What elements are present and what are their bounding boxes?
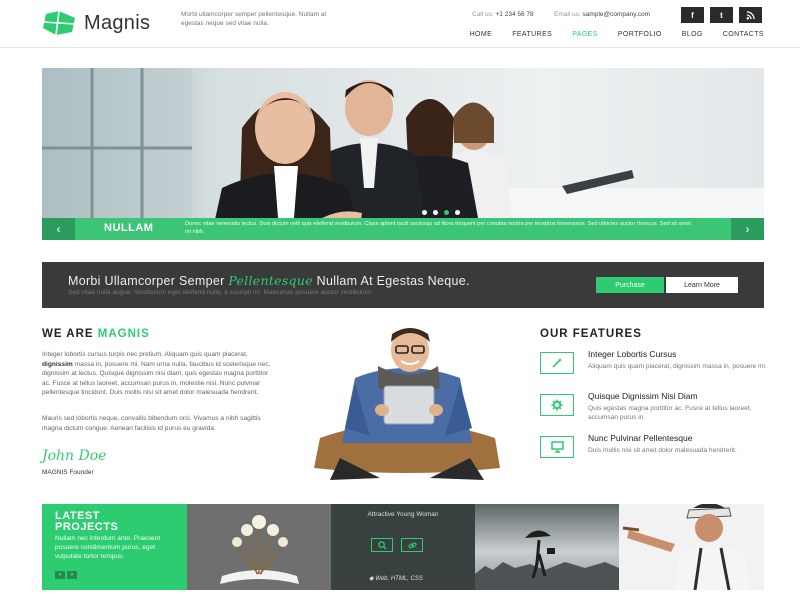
slider-dot-active[interactable]: [444, 210, 449, 215]
purchase-button[interactable]: Purchase: [596, 277, 664, 293]
slider-dot[interactable]: [455, 210, 460, 215]
logo-icon: [42, 10, 76, 36]
project-tags-text: Web, HTML, CSS: [375, 576, 423, 582]
nav-pages[interactable]: PAGES: [572, 31, 598, 38]
search-icon: [377, 540, 387, 550]
hero-image: [42, 68, 764, 240]
about-paragraph: Integer lobortis cursus turpis nec preti…: [42, 350, 272, 398]
about-text: massa in, posuere mi. Nam urna nulla, fa…: [42, 360, 271, 397]
projects-description: Nullam nec interdum ante. Praesent posue…: [55, 535, 161, 560]
twitter-button[interactable]: t: [710, 7, 733, 23]
logo[interactable]: Magnis: [42, 10, 150, 36]
phone-contact: Call us: +1 234 56 78: [472, 11, 534, 18]
project-link-button[interactable]: [401, 538, 423, 552]
founder-signature: John Doe: [42, 448, 107, 464]
features-title: OUR FEATURES: [540, 328, 642, 340]
project-tile[interactable]: [187, 504, 331, 590]
slider-next-button[interactable]: ›: [731, 218, 764, 240]
chevron-right-icon: ›: [71, 572, 73, 578]
about-title-brand: MAGNIS: [97, 328, 150, 340]
feature-text: Duis mollis nisi sit amet dolor malesuad…: [588, 447, 737, 454]
project-image: [475, 504, 619, 590]
nav-features[interactable]: FEATURES: [512, 31, 552, 38]
feature-text: Aliquam quis quam placerat, dignissim ma…: [588, 363, 767, 370]
slide-title: NULLAM: [104, 222, 154, 234]
project-image: [619, 504, 764, 590]
facebook-icon: f: [691, 10, 694, 20]
feature-text: Quis egestas magna porttitor ac. Fusce a…: [588, 405, 752, 421]
project-caption: Attractive Young Woman: [367, 511, 439, 518]
nav-blog[interactable]: BLOG: [682, 31, 703, 38]
cta-banner: Morbi Ullamcorper Semper Pellentesque Nu…: [42, 262, 764, 308]
slider-prev-button[interactable]: ‹: [42, 218, 75, 240]
nav-home[interactable]: HOME: [470, 31, 493, 38]
slider-dots: [422, 210, 460, 215]
rss-icon: [746, 10, 755, 19]
chevron-left-icon: ‹: [59, 572, 61, 578]
projects-title: LATEST PROJECTS: [55, 511, 118, 533]
banner-headline-highlight: Pellentesque: [228, 273, 313, 288]
about-text-bold: dignissim: [42, 360, 73, 368]
banner-headline-part: Nullam At Egestas Neque.: [312, 274, 470, 288]
banner-headline: Morbi Ullamcorper Semper Pellentesque Nu…: [68, 273, 470, 288]
nav-contacts[interactable]: CONTACTS: [723, 31, 764, 38]
learn-more-button[interactable]: Learn More: [666, 277, 738, 293]
hero-slider: ‹ NULLAM Donec vitae venenatis lectus. D…: [42, 68, 764, 240]
rss-button[interactable]: [739, 7, 762, 23]
project-image: [187, 504, 331, 590]
feature-icon-box: [540, 394, 574, 416]
projects-title-line: PROJECTS: [55, 521, 119, 533]
slider-dot[interactable]: [433, 210, 438, 215]
email-contact: Email us: sample@company.com: [554, 11, 650, 18]
email-address[interactable]: sample@company.com: [583, 11, 651, 18]
slider-caption-bar: ‹ NULLAM Donec vitae venenatis lectus. D…: [42, 218, 764, 240]
projects-next-button[interactable]: ›: [67, 571, 77, 579]
link-icon: [407, 542, 417, 548]
facebook-button[interactable]: f: [681, 7, 704, 23]
feature-icon-box: [540, 436, 574, 458]
gear-icon: [551, 399, 563, 411]
main-nav: HOME FEATURES PAGES PORTFOLIO BLOG CONTA…: [470, 31, 764, 38]
latest-projects: LATEST PROJECTS Nullam nec interdum ante…: [42, 504, 764, 590]
chevron-right-icon: ›: [745, 222, 750, 236]
monitor-icon: [550, 441, 564, 453]
feature-icon-box: [540, 352, 574, 374]
project-tile[interactable]: [475, 504, 619, 590]
twitter-icon: t: [720, 10, 723, 20]
banner-subtext: Sed vitae nulla augue. Vestibulum eget e…: [68, 289, 374, 296]
chevron-left-icon: ‹: [56, 222, 61, 236]
about-text: Integer lobortis cursus turpis nec preti…: [42, 351, 248, 358]
person-with-tablet-image: [314, 328, 500, 480]
header-tagline: Morbi ullamcorper semper pellentesque. N…: [181, 11, 327, 27]
nav-portfolio[interactable]: PORTFOLIO: [618, 31, 662, 38]
email-label: Email us:: [554, 11, 581, 18]
project-tile[interactable]: [619, 504, 764, 590]
phone-number[interactable]: +1 234 56 78: [496, 11, 534, 18]
phone-label: Call us:: [472, 11, 494, 18]
brand-name: Magnis: [84, 11, 151, 34]
project-tags: ◆ Web, HTML, CSS: [369, 575, 423, 582]
projects-intro: LATEST PROJECTS Nullam nec interdum ante…: [42, 504, 187, 590]
magic-wand-icon: [552, 358, 562, 368]
project-tile-hover[interactable]: Attractive Young Woman ◆ Web, HTML, CSS: [331, 504, 475, 590]
about-title-prefix: WE ARE: [42, 328, 98, 340]
founder-role: MAGNIS Founder: [42, 469, 94, 476]
project-actions: [371, 538, 423, 552]
feature-title: Quisque Dignissim Nisi Diam: [588, 391, 698, 401]
feature-title: Nunc Pulvinar Pellentesque: [588, 433, 693, 443]
project-zoom-button[interactable]: [371, 538, 393, 552]
banner-headline-part: Morbi Ullamcorper Semper: [68, 274, 229, 288]
about-paragraph-2: Mauris sed lobortis neque, convallis bib…: [42, 415, 261, 432]
about-title: WE ARE MAGNIS: [42, 328, 150, 340]
projects-prev-button[interactable]: ‹: [55, 571, 65, 579]
projects-pager: ‹ ›: [55, 571, 77, 579]
site-header: Magnis Morbi ullamcorper semper pellente…: [0, 0, 800, 48]
feature-title: Integer Lobortis Cursus: [588, 349, 677, 359]
slider-dot[interactable]: [422, 210, 427, 215]
slide-text: Donec vitae venenatis lectus. Duis dictu…: [185, 221, 691, 235]
